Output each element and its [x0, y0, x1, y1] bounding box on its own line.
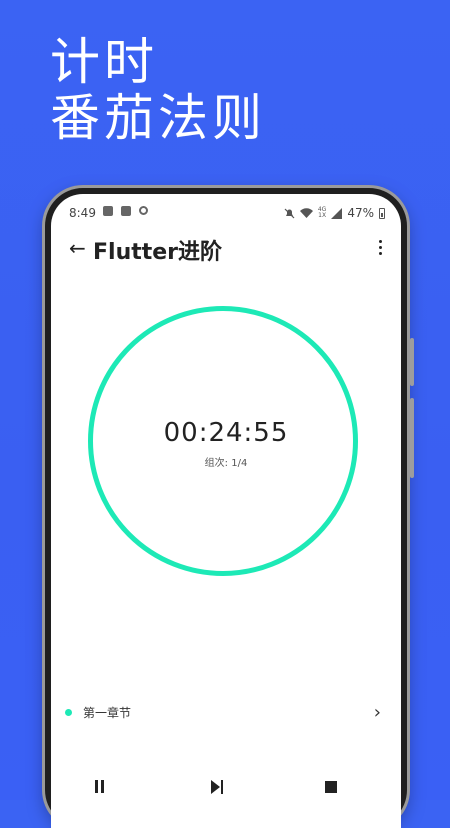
image-icon — [121, 206, 131, 216]
battery-percent: 47% — [347, 206, 374, 220]
promo-line-1: 计时 — [50, 33, 158, 91]
arrow-left-icon[interactable]: ← — [69, 236, 86, 260]
promo-headline: 计时 番茄法则 — [50, 34, 266, 146]
pause-icon — [95, 780, 98, 793]
stop-icon — [325, 781, 337, 793]
chapter-label: 第一章节 — [83, 706, 132, 720]
pause-button[interactable] — [95, 780, 111, 796]
skip-next-icon — [211, 780, 220, 794]
chevron-right-icon: › — [373, 702, 381, 723]
mute-icon — [284, 208, 295, 218]
timer-display: 00:24:55 — [163, 418, 289, 448]
page-title: Flutter进阶 — [93, 240, 223, 265]
volume-button — [410, 338, 414, 386]
status-system-icons: 4G 1X 47% — [284, 206, 385, 220]
network-type: 4G 1X — [317, 206, 327, 219]
battery-icon — [379, 207, 385, 219]
status-notification-icons — [103, 206, 148, 216]
sync-icon — [139, 206, 148, 215]
phone-screen: 8:49 4G 1X 47% ← Flutter进阶 00:24:55 组次: … — [51, 194, 401, 828]
chapter-row[interactable]: 第一章节 › — [63, 702, 381, 726]
status-time: 8:49 — [69, 206, 96, 220]
more-vert-icon[interactable] — [375, 238, 385, 258]
skip-next-button[interactable] — [211, 780, 227, 796]
promo-line-2: 番茄法则 — [50, 89, 266, 147]
stop-button[interactable] — [325, 780, 341, 796]
chapter-dot-icon — [65, 709, 72, 716]
phone-frame: 8:49 4G 1X 47% ← Flutter进阶 00:24:55 组次: … — [45, 188, 414, 828]
wifi-icon — [299, 207, 313, 218]
app-bar: ← Flutter进阶 — [51, 230, 401, 270]
power-button — [410, 398, 414, 478]
status-bar: 8:49 4G 1X 47% — [51, 194, 401, 224]
notification-app-icon — [103, 206, 113, 216]
round-counter: 组次: 1/4 — [204, 458, 248, 469]
signal-icon — [331, 207, 343, 219]
